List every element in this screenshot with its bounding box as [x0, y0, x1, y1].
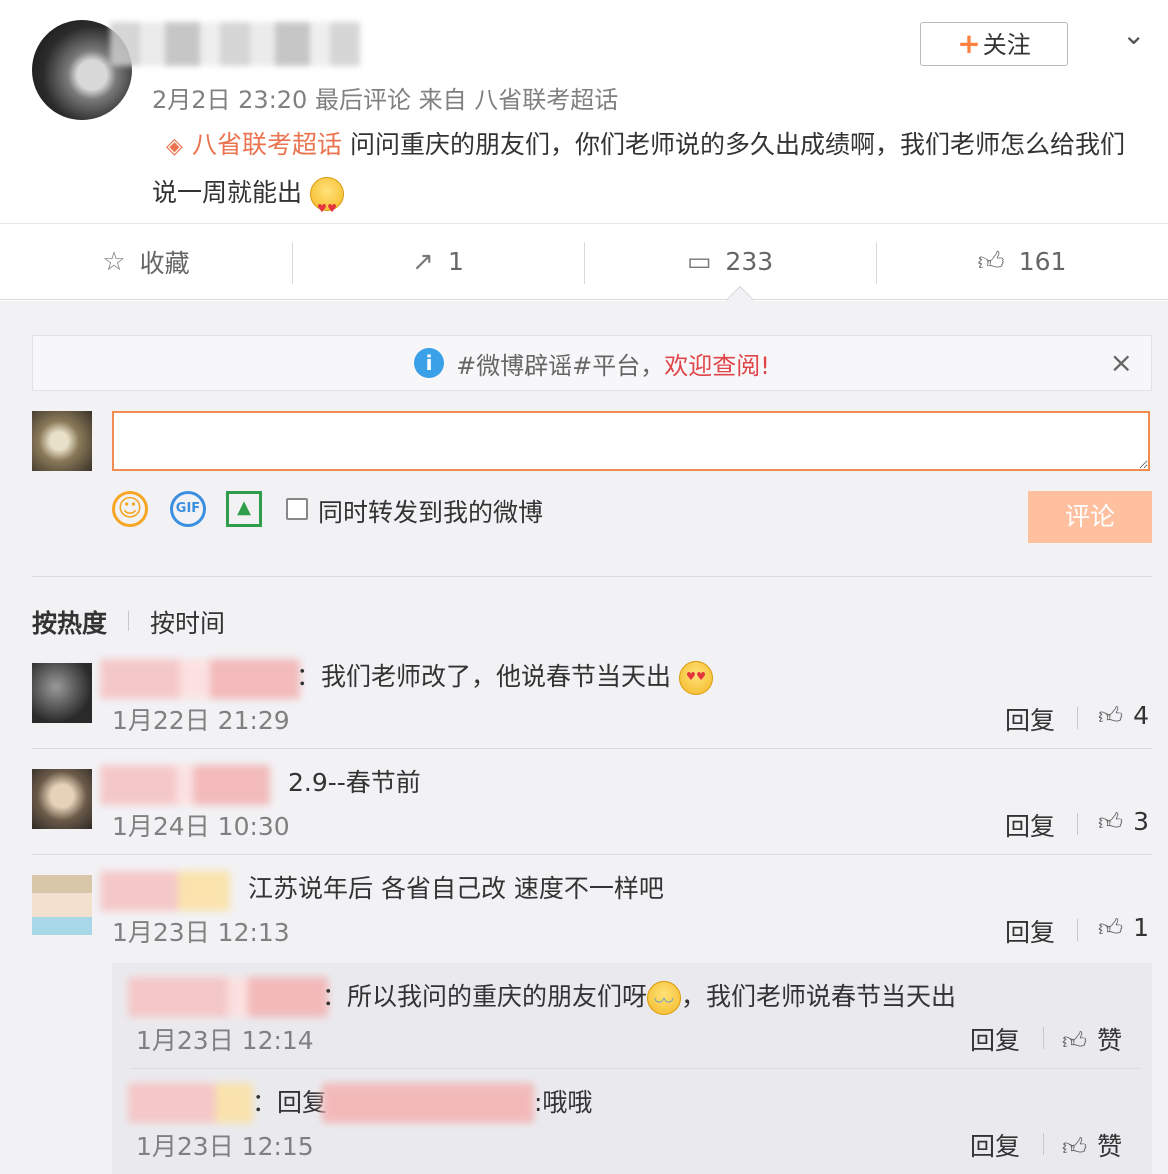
author-name-blurred[interactable]: [110, 22, 360, 66]
sub-reply-like-button[interactable]: 👍︎ 赞: [1062, 1127, 1122, 1163]
sort-separator: [128, 611, 129, 631]
heart-eyes-emoji-icon: [309, 177, 344, 232]
my-avatar: [32, 411, 92, 471]
weibo-post: 2月2日 23:20 最后评论 来自 八省联考超话 ◈ 八省联考超话 问问重庆的朋…: [0, 0, 1168, 232]
comment-text: 2.9--春节前: [288, 768, 421, 797]
notice-welcome-link[interactable]: 欢迎查阅!: [664, 346, 770, 381]
thumb-up-icon: 👍︎: [1098, 808, 1124, 836]
repost-checkbox[interactable]: [286, 498, 308, 520]
replier-name-blurred[interactable]: [128, 1083, 253, 1123]
rumor-notice-banner: i #微博辟谣#平台， 欢迎查阅! ×: [32, 335, 1152, 391]
sub-reply-time: 1月23日 12:15: [136, 1132, 314, 1161]
gif-icon[interactable]: GIF: [170, 491, 206, 527]
repost-checkbox-label[interactable]: 同时转发到我的微博: [318, 493, 543, 529]
commenter-name-blurred[interactable]: [100, 871, 230, 911]
action-separator: [1077, 707, 1078, 729]
comment-area: i #微博辟谣#平台， 欢迎查阅! × ☺ GIF ▲ 同时转发到我的微博 评论…: [0, 301, 1168, 1174]
repost-button[interactable]: ↗ 1: [292, 224, 584, 299]
sub-reply-like-button[interactable]: 👍︎ 赞: [1062, 1021, 1122, 1057]
thumb-up-icon: 👍︎: [1062, 1133, 1088, 1161]
comment-input[interactable]: [112, 411, 1150, 471]
comment-time: 1月24日 10:30: [112, 812, 290, 841]
comment-time: 1月23日 12:13: [112, 918, 290, 947]
picture-icon[interactable]: ▲: [226, 491, 262, 527]
thumb-up-icon: 👍︎: [1098, 702, 1124, 730]
commenter-avatar[interactable]: [32, 769, 92, 829]
comment-like-button[interactable]: 👍︎ 1: [1098, 913, 1149, 943]
sub-reply-time: 1月23日 12:14: [136, 1026, 314, 1055]
post-text: ◈ 八省联考超话 问问重庆的朋友们，你们老师说的多久出成绩啊，我们老师怎么给我们说…: [152, 122, 1142, 232]
post-meta: 2月2日 23:20 最后评论 来自 八省联考超话: [152, 86, 619, 114]
sub-reply-button[interactable]: 回复: [970, 1021, 1020, 1057]
action-separator: [1043, 1027, 1044, 1049]
action-separator: [1077, 919, 1078, 941]
reply-button[interactable]: 回复: [1005, 913, 1055, 949]
submit-comment-button[interactable]: 评论: [1028, 491, 1152, 543]
super-topic-icon: ◈: [166, 134, 183, 159]
sub-reply-text: :哦哦: [534, 1088, 593, 1117]
thumb-up-icon: 👍︎: [977, 247, 1005, 277]
info-icon: i: [414, 348, 445, 378]
action-separator: [1043, 1133, 1044, 1155]
comment-count: 233: [725, 247, 774, 276]
commenter-name-blurred[interactable]: [100, 659, 300, 699]
favorite-label: 收藏: [139, 248, 190, 278]
replier-name-blurred[interactable]: [128, 977, 328, 1017]
heart-eyes-emoji-icon: [678, 661, 713, 695]
commenter-avatar[interactable]: [32, 875, 92, 935]
comment-icon: ▭: [686, 246, 712, 277]
comment-text: 江苏说年后 各省自己改 速度不一样吧: [248, 874, 664, 903]
action-bar: ☆ 收藏 ↗ 1 ▭ 233 👍︎ 161: [0, 224, 1168, 300]
comment-like-button[interactable]: 👍︎ 3: [1098, 807, 1149, 837]
follow-label: 关注: [982, 31, 1031, 59]
share-icon: ↗: [412, 246, 434, 277]
sub-reply-button[interactable]: 回复: [970, 1127, 1020, 1163]
repost-count: 1: [447, 247, 464, 276]
like-count: 161: [1018, 247, 1067, 276]
sub-reply-prefix: ：回复: [252, 1088, 328, 1117]
sort-by-hot-tab[interactable]: 按热度: [32, 604, 107, 640]
divider: [32, 576, 1152, 577]
follow-button[interactable]: +关注: [920, 22, 1068, 66]
reply-button[interactable]: 回复: [1005, 701, 1055, 737]
thumb-up-icon: 👍︎: [1098, 914, 1124, 942]
sort-by-time-tab[interactable]: 按时间: [150, 604, 225, 640]
commenter-avatar[interactable]: [32, 663, 92, 723]
plus-icon: +: [957, 27, 981, 60]
sub-reply-text: ：所以我问的重庆的朋友们呀，我们老师说春节当天出: [322, 977, 956, 1015]
comment-like-button[interactable]: 👍︎ 4: [1098, 701, 1149, 731]
commenter-name-blurred[interactable]: [100, 765, 270, 805]
chevron-down-icon[interactable]: ⌄: [1122, 18, 1145, 51]
like-button[interactable]: 👍︎ 161: [876, 224, 1168, 299]
crying-laughing-emoji-icon: [647, 981, 682, 1015]
emoji-icon[interactable]: ☺: [112, 491, 148, 527]
action-separator: [1077, 813, 1078, 835]
comment-divider: [32, 748, 1152, 749]
comment-button[interactable]: ▭ 233: [584, 224, 876, 299]
comment-divider: [32, 854, 1152, 855]
star-icon: ☆: [102, 246, 126, 277]
mentioned-user-blurred[interactable]: [322, 1083, 534, 1123]
close-icon[interactable]: ×: [1110, 346, 1133, 379]
comment-time: 1月22日 21:29: [112, 706, 290, 735]
favorite-button[interactable]: ☆ 收藏: [0, 224, 292, 299]
thumb-up-icon: 👍︎: [1062, 1027, 1088, 1055]
sub-reply-divider: [130, 1068, 1140, 1069]
comment-text: ：我们老师改了，他说春节当天出: [296, 657, 713, 695]
topic-link[interactable]: 八省联考超话: [192, 130, 342, 159]
reply-button[interactable]: 回复: [1005, 807, 1055, 843]
notice-text[interactable]: #微博辟谣#平台，: [456, 346, 664, 381]
